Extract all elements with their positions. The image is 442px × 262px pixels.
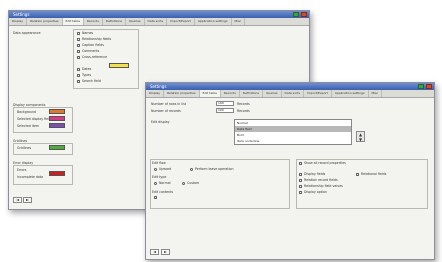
checkbox[interactable] [356, 173, 359, 176]
option-label: Display fields [304, 172, 326, 176]
window-title: Settings [13, 12, 30, 17]
tab-data-sorts[interactable]: Data sorts [282, 90, 305, 97]
checkbox[interactable] [299, 185, 302, 188]
group-title: Show all record properties [304, 161, 346, 165]
tab-misc[interactable]: Misc [369, 90, 383, 97]
group-title: Edit type [152, 175, 167, 179]
error-label: Errors [17, 168, 27, 172]
tab-definitions[interactable]: Definitions [103, 18, 126, 25]
color-swatch-orange[interactable] [49, 109, 65, 114]
tab-display[interactable]: Display [146, 90, 165, 97]
tab-edit-table[interactable]: Edit table [62, 18, 84, 25]
option-label: Search field [82, 79, 101, 83]
checkbox[interactable] [77, 74, 80, 77]
checkbox[interactable] [77, 32, 80, 35]
checkbox[interactable] [77, 80, 80, 83]
next-button[interactable]: ► [161, 249, 170, 255]
records-input[interactable]: 100 [216, 108, 234, 113]
maximize-button[interactable] [293, 12, 299, 17]
error-label: Incomplete data [17, 175, 44, 179]
option-label: Types [82, 73, 91, 77]
option-label: Display option [304, 190, 327, 194]
option-label: Cross-reference [82, 55, 108, 59]
color-label: Selected display field [17, 117, 52, 121]
option-label: Upward [159, 167, 172, 171]
checkbox[interactable] [77, 44, 80, 47]
close-button[interactable] [301, 12, 307, 17]
checkbox[interactable] [154, 196, 157, 199]
option-label: Normal [159, 181, 171, 185]
option-label: Comments [82, 49, 100, 53]
list-label: Edit display [151, 120, 170, 124]
color-swatch-purple[interactable] [49, 123, 65, 128]
tab-edit-table[interactable]: Edit table [199, 90, 221, 97]
settings-window-front: Settings Display Relation properties Edi… [145, 82, 435, 260]
checkbox[interactable] [299, 179, 302, 182]
tab-data-sorts[interactable]: Data sorts [145, 18, 168, 25]
field-label: Number of records [151, 109, 181, 113]
unit-label: Records [237, 102, 250, 106]
option-label: Relationship fields [82, 37, 112, 41]
field-label: Number of rows in list [151, 102, 186, 106]
tab-strip: Display Relation properties Edit table R… [9, 18, 309, 26]
tab-application-settings[interactable]: Application settings [332, 90, 369, 97]
tab-import-export[interactable]: Import/Export [304, 90, 332, 97]
list-item[interactable]: Italic underline [235, 138, 351, 144]
checkbox[interactable] [77, 56, 80, 59]
checkbox[interactable] [299, 191, 302, 194]
title-bar: Settings [9, 11, 309, 18]
option-label: Relationship field values [304, 184, 343, 188]
radio[interactable] [154, 182, 157, 185]
tab-records[interactable]: Records [221, 90, 240, 97]
section-data-appearance: Data appearance [13, 31, 41, 35]
checkbox[interactable] [77, 50, 80, 53]
unit-label: Records [237, 109, 250, 113]
title-bar: Settings [146, 83, 434, 90]
order-spinner[interactable]: ▲ ▼ [356, 131, 365, 142]
window-title: Settings [150, 84, 167, 89]
prev-button[interactable]: ◄ [13, 197, 22, 203]
down-arrow-icon[interactable]: ▼ [357, 137, 364, 142]
group-title: Edit contents [152, 190, 174, 194]
option-label: Perform leave operation [195, 167, 234, 171]
tab-records[interactable]: Records [84, 18, 103, 25]
color-label: Background [17, 110, 37, 114]
color-label: Selected item [17, 124, 40, 128]
rows-input[interactable]: 100 [216, 101, 234, 106]
tab-strip: Display Relation properties Edit table R… [146, 90, 434, 98]
tab-misc[interactable]: Misc [232, 18, 246, 25]
color-swatch-red[interactable] [49, 171, 65, 176]
close-button[interactable] [426, 84, 432, 89]
next-button[interactable]: ► [23, 197, 32, 203]
display-listbox[interactable]: Normal Data field Bold Italic underline [234, 119, 352, 145]
option-label: Caption fields [82, 43, 104, 47]
radio[interactable] [182, 182, 185, 185]
tab-import-export[interactable]: Import/Export [167, 18, 195, 25]
checkbox[interactable] [299, 173, 302, 176]
checkbox[interactable] [77, 38, 80, 41]
option-label: Relation record fields [304, 178, 338, 182]
prev-button[interactable]: ◄ [150, 249, 159, 255]
checkbox[interactable] [77, 68, 80, 71]
color-swatch-green[interactable] [49, 145, 65, 150]
option-label: Custom [187, 181, 200, 185]
grid-label: Gridlines [17, 146, 32, 150]
tab-definitions[interactable]: Definitions [240, 90, 263, 97]
option-label: Names [82, 31, 94, 35]
tab-relation-properties[interactable]: Relation properties [164, 90, 200, 97]
tab-application-settings[interactable]: Application settings [195, 18, 232, 25]
color-swatch-pink[interactable] [49, 116, 65, 121]
color-swatch-yellow[interactable] [109, 63, 129, 68]
checkbox[interactable] [299, 162, 302, 165]
maximize-button[interactable] [418, 84, 424, 89]
option-label: Dates [82, 67, 92, 71]
group-title: Edit flow [152, 161, 166, 165]
tab-relation-properties[interactable]: Relation properties [27, 18, 63, 25]
radio[interactable] [190, 168, 193, 171]
tab-display[interactable]: Display [9, 18, 28, 25]
tab-queries[interactable]: Queries [126, 18, 145, 25]
radio[interactable] [154, 168, 157, 171]
tab-queries[interactable]: Queries [263, 90, 282, 97]
option-label: Relational fields [361, 172, 387, 176]
